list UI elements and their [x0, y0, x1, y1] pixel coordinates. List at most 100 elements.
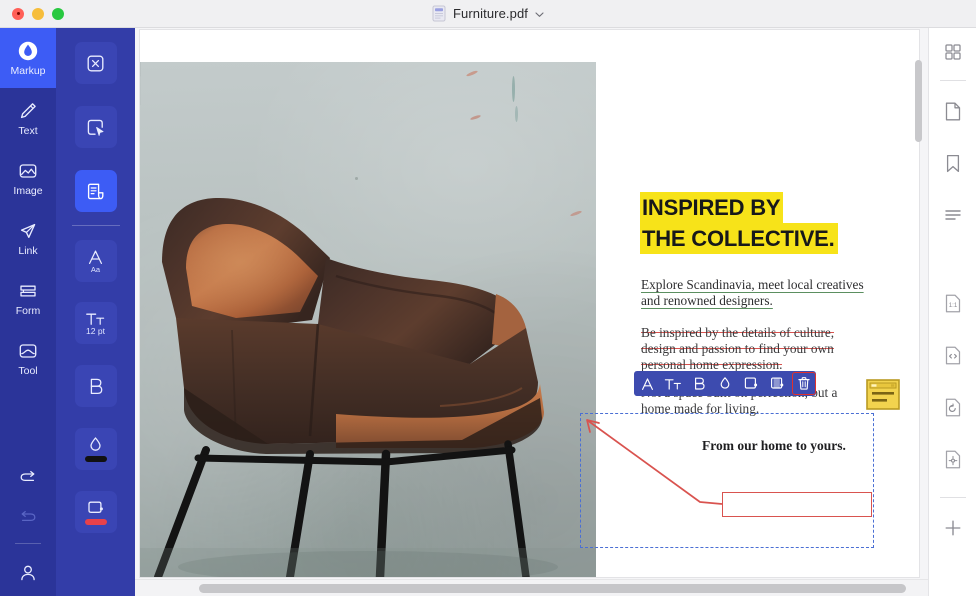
font-size-value: 12 pt — [86, 325, 105, 336]
maximize-window-button[interactable] — [52, 7, 64, 20]
heading-line: INSPIRED BY — [640, 192, 784, 224]
tool-icon — [16, 339, 40, 363]
window-titlebar: Furniture.pdf — [0, 0, 976, 28]
note-page-icon — [85, 181, 106, 202]
sidebar-item-text[interactable]: Text — [0, 88, 56, 148]
thumbnails-button[interactable] — [929, 28, 976, 76]
fill-color-swatch — [84, 519, 107, 525]
add-page-button[interactable] — [929, 502, 976, 554]
bold-button[interactable] — [686, 371, 712, 396]
image-icon — [16, 159, 40, 183]
outline-button[interactable] — [929, 189, 976, 241]
font-size-tool-button[interactable]: 12 pt — [74, 302, 117, 344]
extract-page-button[interactable] — [929, 433, 976, 485]
sidebar-item-label: Form — [15, 305, 41, 318]
bold-b-icon — [692, 376, 706, 391]
svg-text:1:1: 1:1 — [949, 302, 958, 309]
font-family-tool-button[interactable]: Aa — [74, 240, 117, 282]
undo-icon — [17, 468, 39, 486]
sidebar-item-tool[interactable]: Tool — [0, 328, 56, 388]
bold-b-icon — [87, 377, 104, 396]
pdf-editor-window: Furniture.pdf Markup Text Image Link For… — [0, 0, 976, 596]
delete-button[interactable] — [792, 372, 816, 395]
sidebar-item-label: Link — [18, 245, 38, 258]
document-viewport[interactable]: INSPIRED BY THE COLLECTIVE. Explore Scan… — [135, 28, 928, 596]
page-1to1-icon: 1:1 — [944, 293, 962, 314]
sidebar-item-label: Image — [13, 185, 43, 198]
font-family-value: Aa — [90, 264, 101, 274]
pdf-page: INSPIRED BY THE COLLECTIVE. Explore Scan… — [140, 30, 919, 577]
document-subheading: Explore Scandinavia, meet local creative… — [641, 277, 864, 308]
sidebar-item-image[interactable]: Image — [0, 148, 56, 208]
link-send-icon — [16, 219, 40, 243]
selection-bounding-box[interactable] — [580, 413, 874, 548]
sidebar-item-form[interactable]: Form — [0, 268, 56, 328]
note-copy-icon — [769, 376, 786, 391]
document-heading: INSPIRED BY THE COLLECTIVE. — [640, 192, 890, 255]
chair-photo — [140, 62, 596, 577]
deselect-tool-button[interactable] — [74, 42, 117, 84]
vertical-scrollbar[interactable] — [915, 60, 922, 142]
color-button[interactable] — [712, 371, 738, 396]
account-button[interactable] — [0, 550, 56, 596]
form-icon — [16, 279, 40, 303]
pencil-icon — [16, 99, 40, 123]
heading-line: THE COLLECTIVE. — [640, 223, 838, 255]
sidebar-item-markup[interactable]: Markup — [0, 28, 56, 88]
cursor-box-icon — [85, 117, 106, 138]
horizontal-scrollbar-track — [135, 579, 928, 596]
droplet-icon — [718, 376, 732, 391]
sidebar-divider — [939, 497, 966, 498]
document-title: Furniture.pdf — [452, 6, 528, 21]
select-tool-button[interactable] — [74, 106, 117, 148]
document-paragraph-struck: Be inspired by the details of culture, d… — [641, 325, 835, 373]
page-code-button[interactable] — [929, 329, 976, 381]
window-controls — [12, 7, 64, 20]
tool-divider — [71, 225, 120, 226]
fill-box-icon — [86, 499, 105, 516]
fit-actual-size-button[interactable]: 1:1 — [929, 277, 976, 329]
right-sidebar: 1:1 — [928, 28, 976, 596]
trash-icon — [797, 376, 811, 391]
markup-icon — [16, 39, 40, 63]
sidebar-item-label: Markup — [10, 65, 46, 78]
note-plus-icon — [743, 376, 759, 391]
sidebar-divider — [939, 80, 966, 81]
fill-color-tool-button[interactable] — [74, 491, 117, 533]
text-color-tool-button[interactable] — [74, 428, 117, 470]
text-size-icon — [85, 311, 106, 326]
annotation-float-toolbar — [634, 371, 816, 396]
close-box-icon — [85, 53, 106, 74]
pages-button[interactable] — [929, 85, 976, 137]
sidebar-item-label: Text — [18, 125, 38, 138]
nav-divider — [15, 543, 41, 544]
chair-illustration — [140, 197, 596, 577]
font-a-icon — [86, 249, 105, 265]
letter-a-icon — [640, 377, 655, 391]
sticky-note-icon[interactable] — [865, 378, 901, 411]
minimize-window-button[interactable] — [32, 7, 44, 20]
chevron-down-icon[interactable] — [535, 10, 544, 19]
note-tool-button[interactable] — [74, 170, 117, 212]
bookmarks-button[interactable] — [929, 137, 976, 189]
pdf-file-icon — [432, 5, 446, 22]
font-button[interactable] — [634, 371, 660, 396]
droplet-icon — [87, 436, 104, 453]
red-rectangle-annotation[interactable] — [722, 492, 872, 517]
close-window-button[interactable] — [12, 7, 24, 20]
list-lines-icon — [944, 208, 962, 222]
grid-icon — [944, 43, 962, 61]
main-nav-rail: Markup Text Image Link Form Tool — [0, 28, 56, 596]
nav-rail-bottom — [0, 457, 56, 596]
text-size-button[interactable] — [660, 371, 686, 396]
bold-tool-button[interactable] — [74, 365, 117, 407]
horizontal-scrollbar[interactable] — [199, 584, 906, 593]
undo-button[interactable] — [0, 457, 56, 497]
redo-button[interactable] — [0, 497, 56, 537]
note-add-button[interactable] — [738, 371, 764, 396]
sidebar-item-link[interactable]: Link — [0, 208, 56, 268]
rotate-page-button[interactable] — [929, 381, 976, 433]
note-duplicate-button[interactable] — [764, 371, 790, 396]
page-code-icon — [944, 345, 962, 366]
page-rotate-icon — [944, 397, 962, 418]
